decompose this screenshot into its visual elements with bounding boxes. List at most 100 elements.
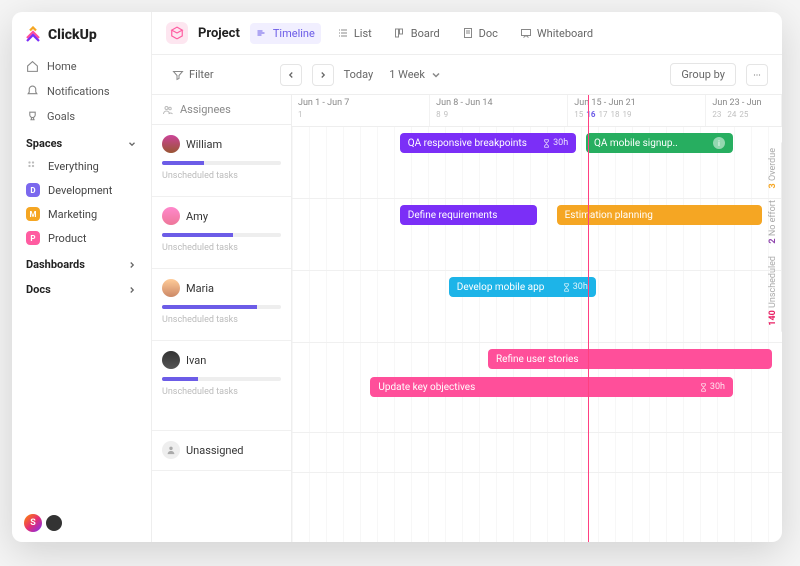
user-avatars[interactable]: S (12, 504, 151, 542)
group-by-button[interactable]: Group by (670, 63, 736, 86)
week-header: Jun 23 - Jun 232425 (706, 95, 782, 126)
filter-button[interactable]: Filter (166, 64, 220, 85)
spaces-section-header[interactable]: Spaces (12, 129, 151, 154)
cube-icon (170, 26, 184, 40)
spaces-label: Spaces (26, 137, 62, 150)
assignee-name: Unassigned (186, 444, 244, 457)
info-icon: i (713, 137, 725, 149)
view-doc[interactable]: Doc (456, 23, 504, 44)
timeline-grid[interactable]: Jun 1 - Jun 7 1 Jun 8 - Jun 14 89 Jun 15… (292, 95, 782, 542)
secondary-avatar[interactable] (46, 515, 62, 531)
trophy-icon (26, 110, 39, 123)
next-button[interactable] (312, 64, 334, 86)
toolbar: Filter Today 1 Week Group by (152, 55, 782, 95)
nav-notifications-label: Notifications (47, 85, 110, 98)
space-everything[interactable]: Everything (12, 154, 151, 178)
progress-bar (162, 233, 281, 237)
avatar-amy (162, 207, 180, 225)
task-label: QA mobile signup.. (594, 138, 678, 149)
view-timeline[interactable]: Timeline (250, 23, 321, 44)
space-prod-chip: P (26, 231, 40, 245)
project-icon[interactable] (166, 22, 188, 44)
week-label: Jun 1 - Jun 7 (298, 98, 423, 108)
space-product[interactable]: P Product (12, 226, 151, 250)
view-board[interactable]: Board (388, 23, 446, 44)
assignee-name: William (186, 138, 222, 151)
date-header: Jun 1 - Jun 7 1 Jun 8 - Jun 14 89 Jun 15… (292, 95, 782, 127)
view-whiteboard[interactable]: Whiteboard (514, 23, 599, 44)
topbar: Project Timeline List Board Doc Whiteboa… (152, 12, 782, 55)
assignees-header-label: Assignees (180, 103, 231, 116)
space-development[interactable]: D Development (12, 178, 151, 202)
avatar-ivan (162, 351, 180, 369)
filter-icon (172, 69, 184, 81)
task-label: Estimation planning (565, 210, 653, 221)
task-bar[interactable]: Develop mobile app 30h (449, 277, 596, 297)
nav-notifications[interactable]: Notifications (12, 79, 151, 104)
assignees-header[interactable]: Assignees (152, 95, 291, 125)
task-bar[interactable]: QA mobile signup.. i (586, 133, 733, 153)
week-header: Jun 8 - Jun 14 89 (430, 95, 568, 126)
task-bar[interactable]: Update key objectives 30h (370, 377, 733, 397)
sidebar: ClickUp Home Notifications Goals Spaces … (12, 12, 152, 542)
assignee-name: Maria (186, 282, 214, 295)
noeffort-label: No effort (768, 200, 778, 236)
noeffort-count: 2 (768, 239, 778, 244)
brand-logo[interactable]: ClickUp (12, 12, 151, 54)
lane-unassigned (292, 433, 782, 473)
view-whiteboard-label: Whiteboard (537, 27, 593, 40)
space-everything-label: Everything (48, 160, 99, 173)
avatar-william (162, 135, 180, 153)
more-button[interactable] (746, 64, 768, 86)
today-button[interactable]: Today (344, 68, 374, 81)
task-hours: 30h (562, 282, 588, 292)
app-window: ClickUp Home Notifications Goals Spaces … (12, 12, 782, 542)
view-list[interactable]: List (331, 23, 378, 44)
nav-home[interactable]: Home (12, 54, 151, 79)
badge-noeffort[interactable]: 2 No effort (766, 194, 782, 250)
assignee-row-william[interactable]: William Unscheduled tasks (152, 125, 291, 197)
chevron-down-icon (430, 69, 442, 81)
range-selector[interactable]: 1 Week (383, 64, 448, 85)
unscheduled-count: 140 (768, 310, 778, 326)
group-by-label: Group by (681, 68, 725, 81)
avatar-maria (162, 279, 180, 297)
task-bar[interactable]: Refine user stories (488, 349, 772, 369)
prev-button[interactable] (280, 64, 302, 86)
task-hours: 30h (542, 138, 568, 148)
dashboards-section-header[interactable]: Dashboards (12, 250, 151, 275)
week-label: Jun 15 - Jun 21 (574, 98, 699, 108)
task-hours: 30h (699, 382, 725, 392)
assignees-column: Assignees William Unscheduled tasks Amy (152, 95, 292, 542)
week-label: Jun 23 - Jun (712, 98, 775, 108)
assignee-row-unassigned[interactable]: Unassigned (152, 431, 291, 471)
chevron-left-icon (286, 70, 296, 80)
task-bar[interactable]: QA responsive breakpoints 30h (400, 133, 576, 153)
overdue-count: 3 (768, 183, 778, 188)
view-doc-label: Doc (479, 27, 498, 40)
timeline-lanes: QA responsive breakpoints 30h QA mobile … (292, 127, 782, 542)
unscheduled-label: Unscheduled tasks (162, 387, 281, 397)
space-marketing[interactable]: M Marketing (12, 202, 151, 226)
assignee-row-maria[interactable]: Maria Unscheduled tasks (152, 269, 291, 341)
chevron-down-icon (127, 139, 137, 149)
home-icon (26, 60, 39, 73)
assignee-name: Ivan (186, 354, 206, 367)
assignee-row-amy[interactable]: Amy Unscheduled tasks (152, 197, 291, 269)
hourglass-icon (562, 283, 571, 292)
nav-goals[interactable]: Goals (12, 104, 151, 129)
project-title: Project (198, 26, 240, 41)
docs-section-header[interactable]: Docs (12, 275, 151, 300)
whiteboard-icon (520, 27, 532, 39)
assignee-row-ivan[interactable]: Ivan Unscheduled tasks (152, 341, 291, 431)
badge-unscheduled[interactable]: 140 Unscheduled (766, 250, 782, 332)
dashboards-label: Dashboards (26, 258, 85, 271)
nav-home-label: Home (47, 60, 77, 73)
task-label: Update key objectives (378, 382, 475, 393)
user-avatar[interactable]: S (24, 514, 42, 532)
badge-overdue[interactable]: 3 Overdue (766, 142, 782, 194)
clickup-logo-icon (24, 26, 42, 44)
view-timeline-label: Timeline (273, 27, 315, 40)
ellipsis-icon (752, 70, 762, 80)
task-bar[interactable]: Define requirements (400, 205, 537, 225)
